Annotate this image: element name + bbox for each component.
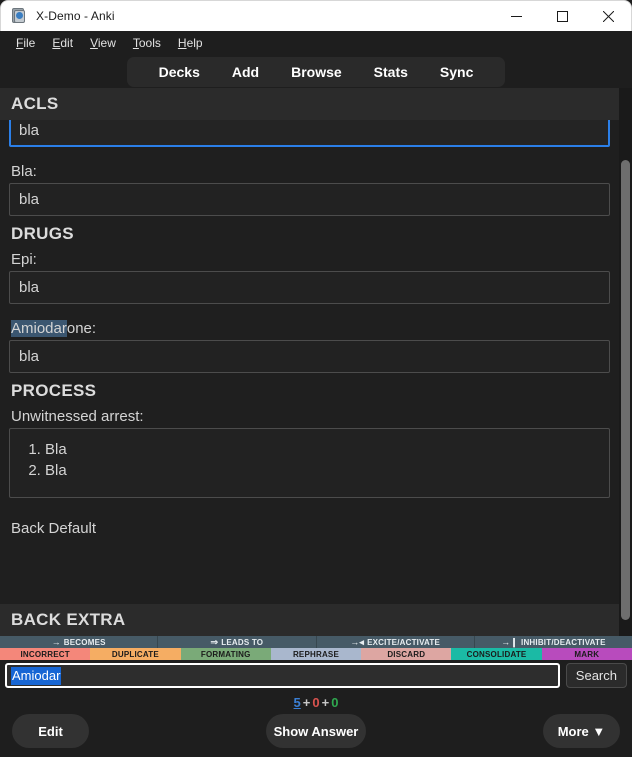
- more-button[interactable]: More ▼: [543, 714, 620, 748]
- section-heading-drugs: DRUGS: [11, 224, 74, 243]
- tag-relation-becomes-label: BECOMES: [63, 637, 106, 647]
- tag-action-mark[interactable]: MARK: [541, 648, 632, 660]
- maximize-icon[interactable]: [539, 1, 585, 32]
- nav-button-add[interactable]: Add: [216, 60, 275, 84]
- nav-button-browse[interactable]: Browse: [275, 60, 358, 84]
- arrow-inhibit-icon: →❙: [501, 636, 519, 647]
- count-new[interactable]: 5: [294, 695, 301, 710]
- card-webview: Bla: bla Bla: bla DRUGS Epi: bla Amiodar…: [0, 88, 632, 636]
- scrollbar-thumb[interactable]: [621, 160, 630, 620]
- list-item: Bla: [45, 439, 600, 460]
- due-counts: 5 +0 +0: [0, 695, 632, 710]
- field-input-unwitnessed-arrest[interactable]: Bla Bla: [9, 428, 610, 498]
- review-bottom-bar: 5 +0 +0 Edit Show Answer More ▼: [0, 690, 632, 757]
- tag-toolbar: → BECOMES ⇒ LEADS TO →◂ EXCITE/ACTIVATE →❙ I…: [0, 636, 632, 660]
- search-match-highlight: Amiodar: [11, 320, 67, 337]
- close-icon[interactable]: [585, 1, 631, 32]
- menu-item-tools[interactable]: Tools: [125, 34, 169, 52]
- arrow-double-right-icon: ⇒: [210, 636, 219, 647]
- tag-action-consolidate[interactable]: CONSOLIDATE: [451, 648, 542, 660]
- search-input[interactable]: Amiodar: [5, 663, 560, 688]
- nav-button-sync[interactable]: Sync: [424, 60, 489, 84]
- show-answer-button[interactable]: Show Answer: [266, 714, 366, 748]
- field-label-bla-2: Bla:: [11, 163, 37, 180]
- menu-tools-mnemonic: T: [132, 36, 139, 50]
- section-heading-back-extra: BACK EXTRA: [0, 604, 619, 636]
- arrow-excite-icon: →◂: [350, 636, 365, 647]
- nav-button-stats[interactable]: Stats: [358, 60, 424, 84]
- tag-relation-inhibit-deactivate[interactable]: →❙ INHIBIT/DEACTIVATE: [474, 636, 632, 648]
- card-scroll-area: Bla: bla Bla: bla DRUGS Epi: bla Amiodar…: [0, 88, 619, 636]
- tag-action-rephrase[interactable]: REPHRASE: [270, 648, 362, 660]
- tag-relations-row: → BECOMES ⇒ LEADS TO →◂ EXCITE/ACTIVATE →❙ I…: [0, 636, 632, 648]
- tag-relation-leads-to-label: LEADS TO: [221, 637, 264, 647]
- arrow-right-icon: →: [51, 636, 61, 647]
- search-input-value: Amiodar: [11, 666, 62, 685]
- menu-file-mnemonic: F: [16, 36, 24, 50]
- vertical-scrollbar[interactable]: [619, 88, 632, 636]
- window-title: X-Demo - Anki: [36, 9, 115, 23]
- count-review[interactable]: 0: [331, 695, 338, 710]
- tag-action-formating[interactable]: FORMATING: [180, 648, 271, 660]
- anki-card-icon: [11, 8, 27, 24]
- menu-item-view[interactable]: View: [82, 34, 124, 52]
- field-label-epi: Epi:: [11, 251, 37, 268]
- menu-edit-mnemonic: E: [52, 36, 61, 50]
- tag-relation-becomes[interactable]: → BECOMES: [0, 636, 159, 648]
- list-item: Bla: [45, 460, 600, 481]
- field-label-unwitnessed-arrest: Unwitnessed arrest:: [11, 408, 144, 425]
- field-input-amiodarone[interactable]: bla: [9, 340, 610, 373]
- card-content: Bla: bla Bla: bla DRUGS Epi: bla Amiodar…: [0, 88, 619, 600]
- nav-button-decks[interactable]: Decks: [143, 60, 216, 84]
- menu-bar: File Edit View Tools Help: [0, 31, 632, 55]
- field-input-epi[interactable]: bla: [9, 271, 610, 304]
- field-label-amiodarone-rest: one:: [66, 320, 97, 337]
- anki-main-window: X-Demo - Anki File Edit View Tools Help …: [0, 0, 632, 757]
- menu-help-mnemonic: H: [177, 36, 187, 50]
- main-toolbar-group: Decks Add Browse Stats Sync: [126, 56, 506, 87]
- section-heading-process: PROCESS: [11, 381, 97, 400]
- count-separator-2: +: [321, 695, 330, 710]
- tag-relation-inhibit-label: INHIBIT/DEACTIVATE: [521, 637, 606, 647]
- search-button[interactable]: Search: [565, 663, 627, 688]
- tag-relation-leads-to[interactable]: ⇒ LEADS TO: [158, 636, 317, 648]
- count-separator-1: +: [302, 695, 311, 710]
- tag-relation-excite-activate[interactable]: →◂ EXCITE/ACTIVATE: [316, 636, 475, 648]
- menu-item-file[interactable]: File: [8, 34, 43, 52]
- count-learning[interactable]: 0: [312, 695, 319, 710]
- section-heading-acls: ACLS: [0, 88, 619, 120]
- menu-item-edit[interactable]: Edit: [44, 34, 81, 52]
- field-input-bla-2[interactable]: bla: [9, 183, 610, 216]
- field-list-unwitnessed-arrest: Bla Bla: [19, 439, 600, 481]
- field-label-clipped-bottom: Back Default: [11, 520, 97, 537]
- tag-action-duplicate[interactable]: DUPLICATE: [90, 648, 181, 660]
- edit-button[interactable]: Edit: [12, 714, 89, 748]
- menu-item-help[interactable]: Help: [170, 34, 211, 52]
- tag-actions-row: INCORRECT DUPLICATE FORMATING REPHRASE D…: [0, 648, 632, 660]
- title-bar: X-Demo - Anki: [0, 0, 632, 31]
- tag-relation-excite-label: EXCITE/ACTIVATE: [367, 637, 441, 647]
- minimize-icon[interactable]: [493, 1, 539, 32]
- tag-action-incorrect[interactable]: INCORRECT: [0, 648, 91, 660]
- search-row: Amiodar Search: [0, 660, 632, 690]
- field-label-amiodarone: Amiodarone:: [9, 318, 610, 340]
- menu-view-mnemonic: V: [90, 36, 98, 50]
- main-toolbar: Decks Add Browse Stats Sync: [0, 55, 632, 88]
- tag-action-discard[interactable]: DISCARD: [361, 648, 452, 660]
